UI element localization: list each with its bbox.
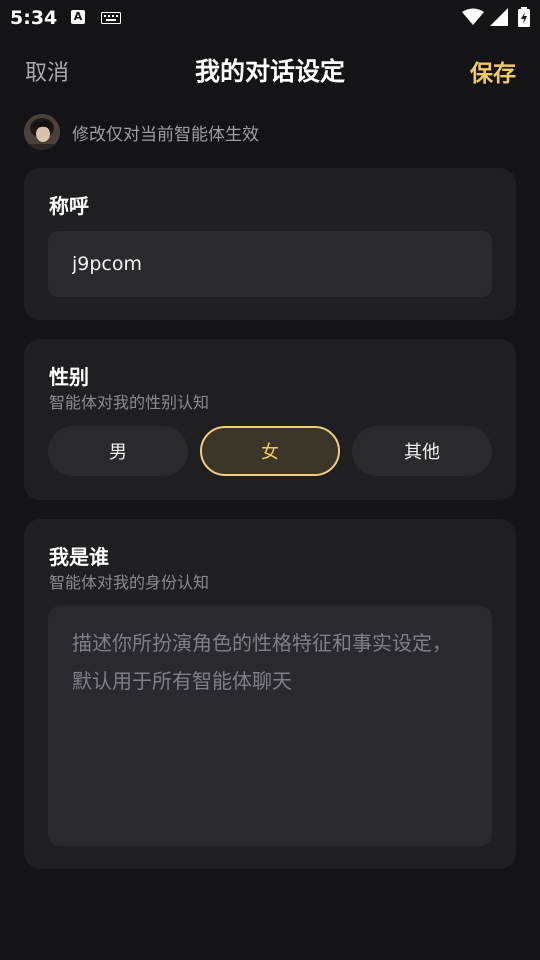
gender-title: 性别 xyxy=(49,365,89,389)
gender-card: 性别 智能体对我的性别认知 男 女 其他 xyxy=(24,339,516,500)
page-title: 我的对话设定 xyxy=(194,57,345,86)
save-button[interactable]: 保存 xyxy=(470,54,516,88)
nickname-input[interactable] xyxy=(48,231,492,297)
gender-option-female[interactable]: 女 xyxy=(200,426,340,476)
avatar xyxy=(24,114,60,150)
identity-textarea[interactable] xyxy=(48,606,492,846)
identity-title: 我是谁 xyxy=(49,545,109,569)
gender-options: 男 女 其他 xyxy=(48,426,492,476)
battery-charging-icon xyxy=(518,7,530,27)
identity-subtitle: 智能体对我的身份认知 xyxy=(49,573,210,592)
keyboard-icon xyxy=(101,12,121,24)
gender-option-other[interactable]: 其他 xyxy=(352,426,492,476)
nickname-title: 称呼 xyxy=(49,194,89,218)
gender-subtitle: 智能体对我的性别认知 xyxy=(49,393,210,412)
scope-notice: 修改仅对当前智能体生效 xyxy=(24,114,259,150)
a-notification-icon: A xyxy=(71,10,85,24)
gender-option-male[interactable]: 男 xyxy=(48,426,188,476)
notice-text: 修改仅对当前智能体生效 xyxy=(72,124,259,145)
signal-icon xyxy=(490,8,508,26)
status-time: 5:34 xyxy=(10,7,58,29)
status-bar: 5:34 A xyxy=(0,0,540,36)
wifi-icon xyxy=(462,8,484,25)
nickname-card: 称呼 xyxy=(24,168,516,320)
top-bar: 取消 我的对话设定 保存 xyxy=(0,44,540,92)
identity-card: 我是谁 智能体对我的身份认知 xyxy=(24,519,516,869)
